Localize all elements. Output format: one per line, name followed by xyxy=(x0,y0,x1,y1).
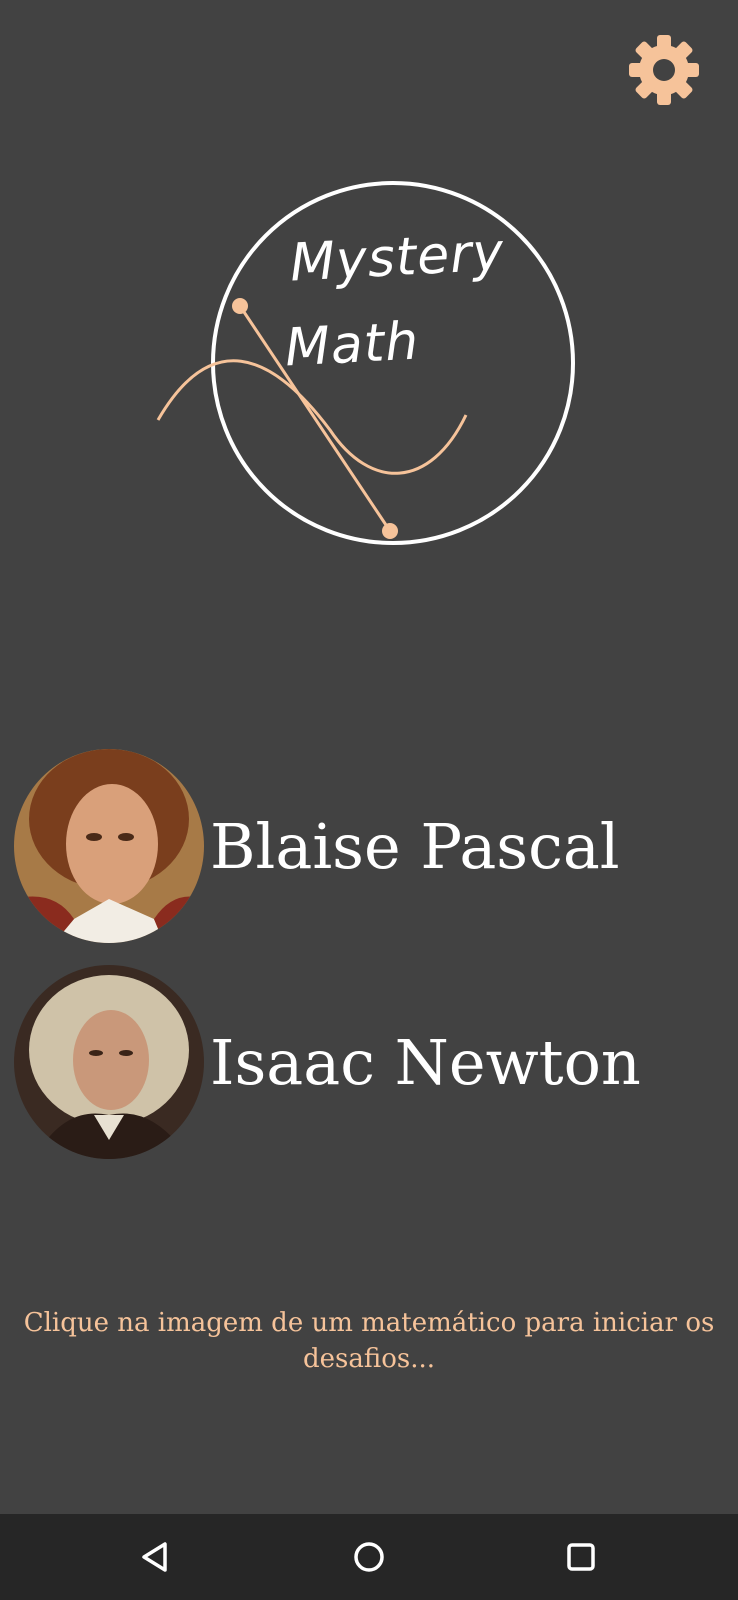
logo-title-line2: Math xyxy=(283,311,421,379)
instruction-text: Clique na imagem de um matemático para i… xyxy=(23,1308,715,1374)
newton-portrait[interactable] xyxy=(14,965,204,1159)
recent-apps-square-icon xyxy=(567,1543,595,1571)
pascal-portrait[interactable] xyxy=(14,749,204,943)
mathematician-newton[interactable]: Isaac Newton xyxy=(14,964,714,1160)
nav-home-button[interactable] xyxy=(344,1532,394,1582)
mathematician-name[interactable]: Isaac Newton xyxy=(210,1026,641,1099)
mathematician-pascal[interactable]: Blaise Pascal xyxy=(14,748,714,944)
mathematician-name[interactable]: Blaise Pascal xyxy=(210,810,620,883)
system-nav-bar xyxy=(0,1514,738,1600)
nav-recent-apps-button[interactable] xyxy=(556,1532,606,1582)
home-circle-icon xyxy=(354,1542,384,1572)
logo-title-line1: Mystery xyxy=(288,222,506,294)
main-screen: Mystery Math Blaise Pascal Isaac Newton … xyxy=(0,0,738,1514)
portrait-image xyxy=(14,965,204,1159)
nav-back-button[interactable] xyxy=(131,1532,181,1582)
settings-button[interactable] xyxy=(624,30,704,110)
gear-icon xyxy=(629,35,699,105)
portrait-image xyxy=(14,749,204,943)
back-triangle-icon xyxy=(142,1542,167,1572)
app-logo: Mystery Math xyxy=(150,170,590,555)
